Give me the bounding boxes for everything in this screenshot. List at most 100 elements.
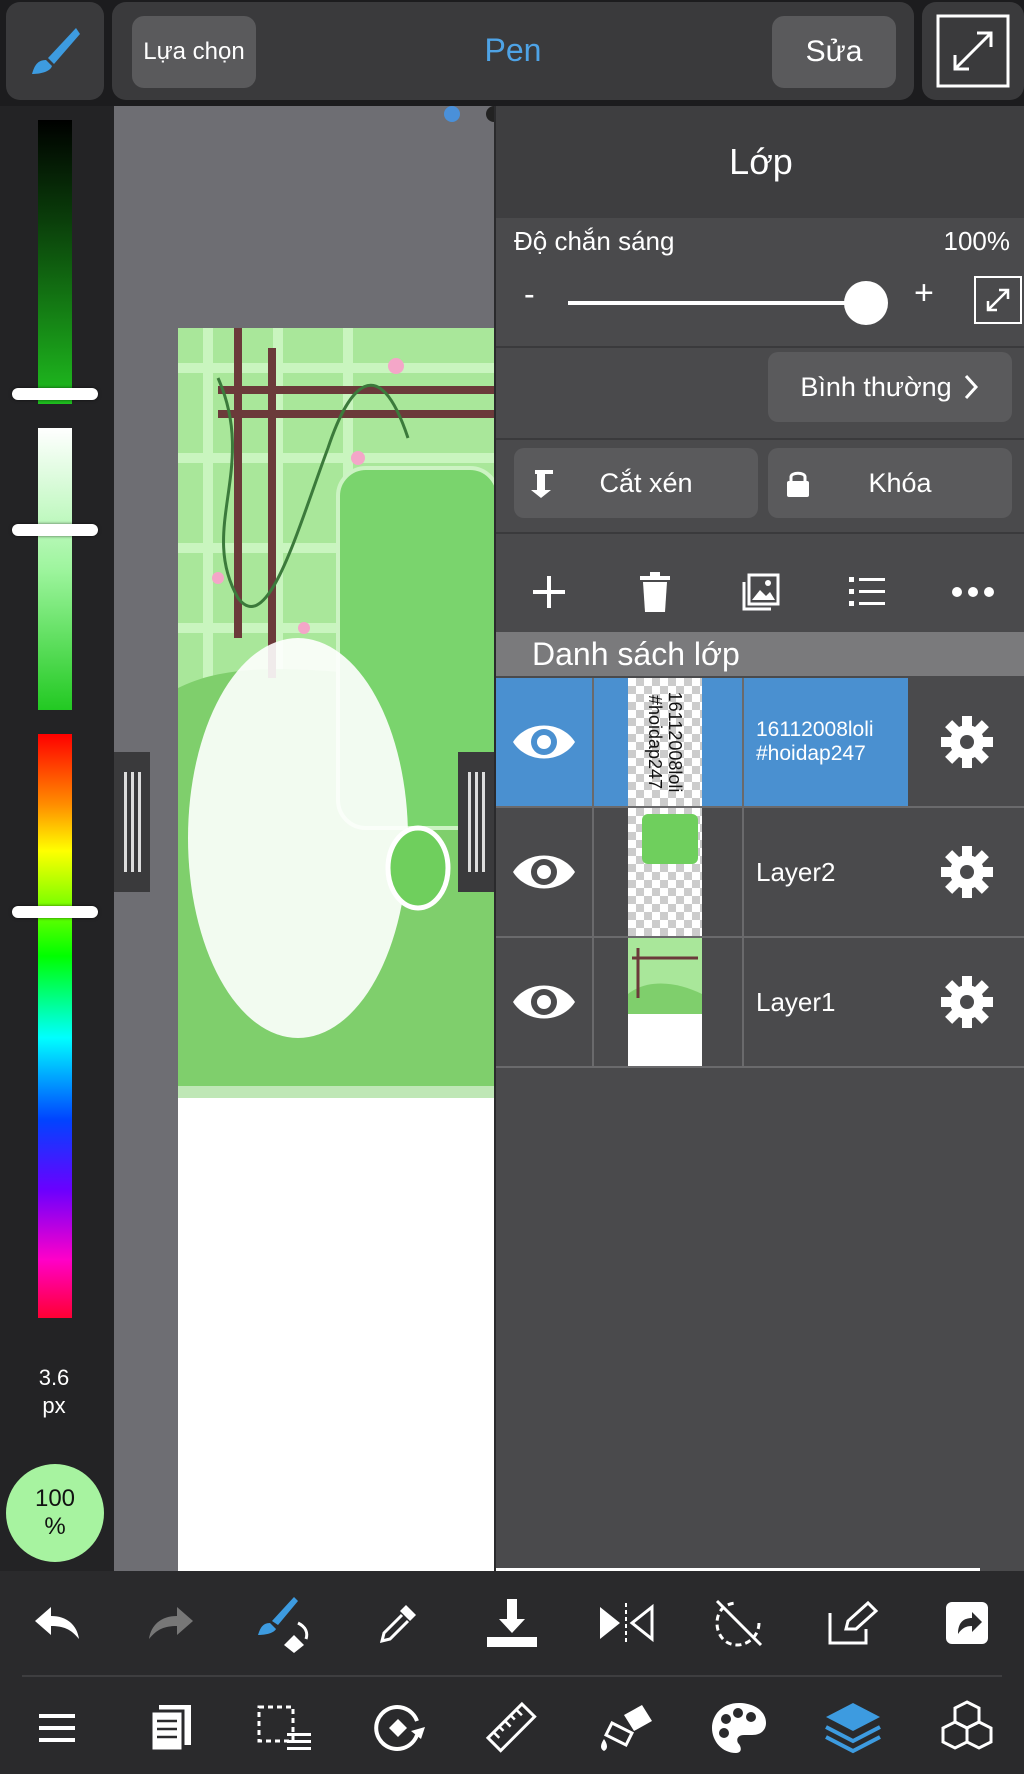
visibility-toggle[interactable] xyxy=(496,678,594,806)
gear-icon xyxy=(941,976,993,1028)
redo-button[interactable] xyxy=(136,1588,206,1658)
clipping-button[interactable]: Cắt xén xyxy=(514,448,758,518)
brush-size-unit: px xyxy=(42,1393,66,1418)
expand-icon xyxy=(936,14,1010,88)
transform-brush-icon xyxy=(258,1597,309,1653)
left-panel-handle[interactable] xyxy=(114,752,150,892)
eyedropper-button[interactable] xyxy=(363,1588,433,1658)
more-options-button[interactable] xyxy=(938,557,1008,627)
selection-button[interactable]: Lựa chọn xyxy=(132,16,256,88)
layer-name[interactable]: Layer2 xyxy=(744,808,908,936)
brush-opacity-button[interactable]: 100 % xyxy=(6,1464,104,1562)
layer-panel: Lớp Độ chắn sáng 100% - + Bình thường Cắ… xyxy=(494,106,1024,1572)
delete-layer-button[interactable] xyxy=(620,557,690,627)
palette-icon xyxy=(712,1702,767,1753)
opacity-expand-button[interactable] xyxy=(974,276,1022,324)
lock-button[interactable]: Khóa xyxy=(768,448,1012,518)
artwork-image xyxy=(178,328,494,1098)
visibility-toggle[interactable] xyxy=(496,808,594,936)
hue-slider[interactable] xyxy=(38,734,72,1318)
layer-name[interactable]: 16112008loli #hoidap247 xyxy=(744,678,908,806)
toolbar-row-1 xyxy=(0,1571,1024,1675)
layer-panel-title: Lớp xyxy=(496,106,1024,218)
saturation-handle[interactable] xyxy=(12,524,98,536)
gear-icon xyxy=(941,846,993,898)
fill-icon xyxy=(600,1704,652,1751)
image-layer-button[interactable] xyxy=(726,557,796,627)
toolbar-row-2 xyxy=(0,1681,1024,1774)
layer-settings-button[interactable] xyxy=(908,808,1024,936)
ruler-icon xyxy=(485,1701,537,1753)
export-button[interactable] xyxy=(818,1588,888,1658)
selection-icon xyxy=(257,1705,312,1750)
toolbar-divider xyxy=(22,1675,1002,1677)
export-icon xyxy=(828,1600,879,1645)
layers-icon xyxy=(825,1702,882,1753)
saturation-slider[interactable] xyxy=(38,428,72,710)
materials-icon xyxy=(941,1699,993,1750)
layer-thumbnail-cell[interactable]: 16112008loli #hoidap247 xyxy=(594,678,744,806)
redo-icon xyxy=(148,1607,193,1639)
layer-list-icon xyxy=(849,577,885,606)
flip-button[interactable] xyxy=(591,1588,661,1658)
brush-size-readout[interactable]: 3.6 px xyxy=(0,1364,108,1420)
visibility-toggle[interactable] xyxy=(496,938,594,1066)
selection-tool-button[interactable] xyxy=(249,1693,319,1763)
brush-transform-button[interactable] xyxy=(249,1588,319,1658)
rotate-canvas-button[interactable] xyxy=(363,1693,433,1763)
layer-row[interactable]: Layer2 xyxy=(496,808,1024,938)
artboard[interactable] xyxy=(178,328,494,1571)
canvas-area[interactable] xyxy=(114,106,494,1571)
opacity-increase-button[interactable]: + xyxy=(914,274,934,313)
gear-icon xyxy=(941,716,993,768)
ruler-button[interactable] xyxy=(477,1693,547,1763)
delete-layer-icon xyxy=(640,572,670,612)
divider xyxy=(496,346,1024,348)
undo-button[interactable] xyxy=(22,1588,92,1658)
brush-icon xyxy=(32,28,80,74)
fill-button[interactable] xyxy=(591,1693,661,1763)
layer-tools xyxy=(496,548,1024,636)
clip-arrow-icon xyxy=(514,466,574,500)
reset-rotation-button[interactable] xyxy=(704,1588,774,1658)
layer-thumbnail-cell[interactable] xyxy=(594,938,744,1066)
more-icon xyxy=(952,587,994,597)
pages-icon xyxy=(149,1704,191,1752)
layer-settings-button[interactable] xyxy=(908,938,1024,1066)
fullscreen-button[interactable] xyxy=(922,2,1024,100)
opacity-decrease-button[interactable]: - xyxy=(524,276,535,313)
layers-button[interactable] xyxy=(818,1693,888,1763)
color-palette-button[interactable] xyxy=(704,1693,774,1763)
brush-size-value: 3.6 xyxy=(38,1365,70,1390)
chevron-right-icon xyxy=(964,374,978,400)
materials-button[interactable] xyxy=(932,1693,1002,1763)
layer-list-button[interactable] xyxy=(832,557,902,627)
brightness-slider[interactable] xyxy=(38,120,72,404)
lock-label: Khóa xyxy=(868,467,932,498)
save-button[interactable] xyxy=(477,1588,547,1658)
edit-button[interactable]: Sửa xyxy=(772,16,896,88)
image-layer-icon xyxy=(742,573,780,611)
add-layer-button[interactable] xyxy=(514,557,584,627)
share-icon xyxy=(946,1602,988,1644)
share-button[interactable] xyxy=(932,1588,1002,1658)
pages-button[interactable] xyxy=(136,1693,206,1763)
brightness-handle[interactable] xyxy=(12,388,98,400)
menu-button[interactable] xyxy=(22,1693,92,1763)
layer-row[interactable]: Layer1 xyxy=(496,938,1024,1068)
layer-opacity-knob[interactable] xyxy=(844,281,888,325)
right-panel-handle[interactable] xyxy=(458,752,494,892)
brush-tool-button[interactable] xyxy=(6,2,104,100)
hue-handle[interactable] xyxy=(12,906,98,918)
add-layer-icon xyxy=(533,576,565,608)
lock-icon xyxy=(768,468,828,498)
rotate-reset-icon xyxy=(715,1599,763,1647)
layer-settings-button[interactable] xyxy=(908,678,1024,806)
page-dot-active[interactable] xyxy=(444,106,460,122)
layer-name[interactable]: Layer1 xyxy=(744,938,908,1066)
layer-row[interactable]: 16112008loli #hoidap247 16112008loli #ho… xyxy=(496,678,1024,808)
blend-mode-button[interactable]: Bình thường xyxy=(768,352,1012,422)
layer-opacity-slider[interactable] xyxy=(568,301,866,305)
layer-thumbnail: 16112008loli #hoidap247 xyxy=(628,678,702,806)
layer-thumbnail-cell[interactable] xyxy=(594,808,744,936)
